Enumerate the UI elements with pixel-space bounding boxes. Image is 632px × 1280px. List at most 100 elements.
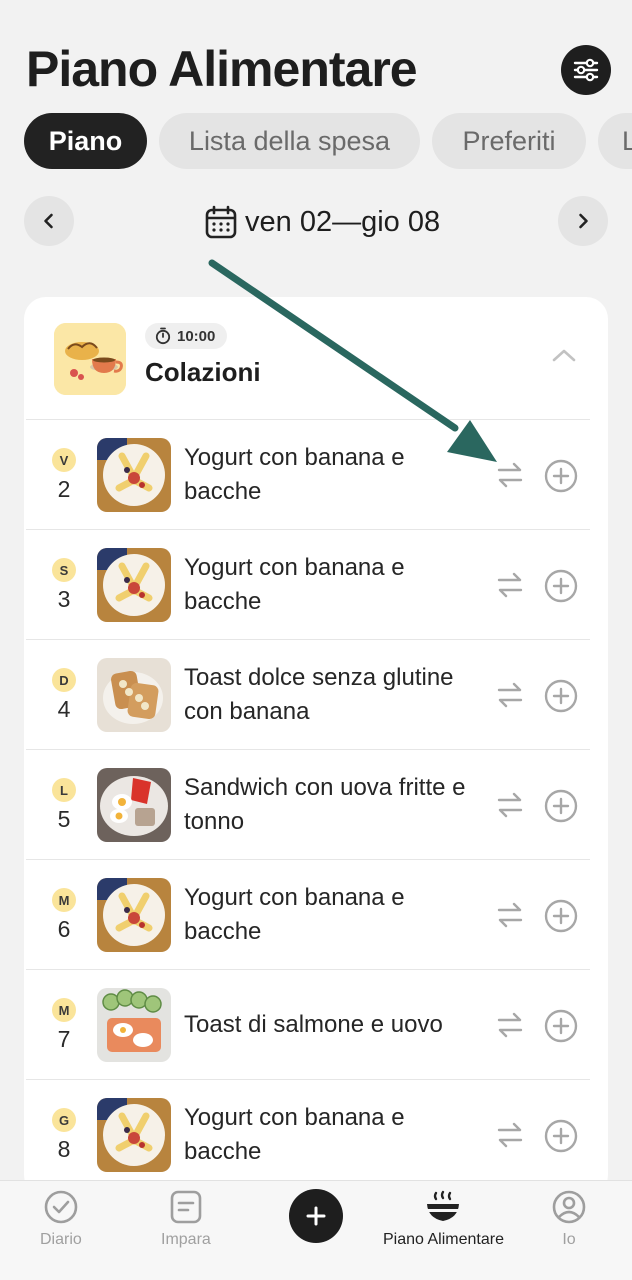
plus-circle-icon — [544, 679, 578, 713]
chevron-right-icon — [579, 213, 588, 229]
recipe-thumbnail[interactable] — [97, 878, 171, 952]
meal-row[interactable]: M 6 Yogurt con banana e bacche — [26, 859, 590, 969]
recipe-name[interactable]: Toast dolce senza glutine con banana — [184, 640, 484, 750]
plus-circle-icon — [544, 459, 578, 493]
calendar-icon — [205, 205, 237, 239]
filter-settings-button[interactable] — [561, 45, 611, 95]
weekday-badge: G — [52, 1108, 76, 1132]
nav-diario[interactable]: Diario — [40, 1189, 82, 1249]
day-number: 4 — [57, 696, 71, 722]
swap-arrows-icon — [497, 902, 523, 928]
sliders-icon — [573, 58, 599, 82]
weekday-badge: M — [52, 998, 76, 1022]
meal-list: V 2 Yogurt con banana e bacche S 3 Yogur… — [24, 419, 608, 1189]
add-button[interactable] — [544, 1009, 578, 1043]
tab-lista-della-spesa[interactable]: Lista della spesa — [159, 113, 420, 169]
plus-icon — [306, 1206, 326, 1226]
collapse-button[interactable] — [551, 347, 577, 368]
swap-button[interactable] — [494, 459, 526, 491]
add-button[interactable] — [544, 569, 578, 603]
swap-button[interactable] — [494, 789, 526, 821]
nav-impara-label: Impara — [161, 1231, 211, 1248]
day-label: G 8 — [42, 1108, 86, 1163]
user-circle-icon — [552, 1190, 586, 1224]
day-label: V 2 — [42, 448, 86, 503]
recipe-thumbnail[interactable] — [97, 988, 171, 1062]
week-navigator: ven 02—gio 08 — [0, 196, 632, 248]
day-number: 7 — [57, 1026, 71, 1052]
meal-row[interactable]: G 8 Yogurt con banana e bacche — [26, 1079, 590, 1189]
plus-circle-icon — [544, 1009, 578, 1043]
tab-partial[interactable]: L — [598, 113, 632, 169]
weekday-badge: V — [52, 448, 76, 472]
swap-button[interactable] — [494, 1119, 526, 1151]
swap-arrows-icon — [497, 682, 523, 708]
swap-arrows-icon — [497, 792, 523, 818]
recipe-thumbnail[interactable] — [97, 438, 171, 512]
date-range[interactable]: ven 02—gio 08 — [205, 202, 440, 242]
nav-io[interactable]: Io — [551, 1189, 587, 1249]
day-number: 5 — [57, 806, 71, 832]
weekday-badge: M — [52, 888, 76, 912]
check-circle-icon — [44, 1190, 78, 1224]
add-button[interactable] — [544, 899, 578, 933]
add-button[interactable] — [544, 459, 578, 493]
swap-button[interactable] — [494, 1009, 526, 1041]
meal-header[interactable]: 10:00 Colazioni — [24, 297, 608, 419]
meal-row[interactable]: V 2 Yogurt con banana e bacche — [26, 419, 590, 529]
tab-bar: Piano Lista della spesa Preferiti L — [24, 113, 632, 169]
swap-arrows-icon — [497, 1122, 523, 1148]
plus-circle-icon — [544, 899, 578, 933]
day-number: 6 — [57, 916, 71, 942]
swap-arrows-icon — [497, 572, 523, 598]
date-range-label: ven 02—gio 08 — [245, 205, 441, 238]
tab-piano[interactable]: Piano — [24, 113, 147, 169]
stopwatch-icon — [155, 327, 171, 345]
day-label: M 6 — [42, 888, 86, 943]
day-number: 2 — [57, 476, 71, 502]
weekday-badge: S — [52, 558, 76, 582]
recipe-thumbnail[interactable] — [97, 658, 171, 732]
swap-button[interactable] — [494, 899, 526, 931]
nav-io-label: Io — [562, 1231, 576, 1248]
page-title: Piano Alimentare — [26, 41, 418, 97]
nav-piano-label: Piano Alimentare — [383, 1231, 504, 1248]
header: Piano Alimentare — [0, 0, 632, 110]
meal-row[interactable]: L 5 Sandwich con uova fritte e tonno — [26, 749, 590, 859]
tab-preferiti[interactable]: Preferiti — [432, 113, 586, 169]
recipe-name[interactable]: Yogurt con banana e bacche — [184, 530, 484, 640]
day-label: L 5 — [42, 778, 86, 833]
meal-name: Colazioni — [145, 357, 261, 387]
recipe-thumbnail[interactable] — [97, 1098, 171, 1172]
add-button[interactable] — [544, 1119, 578, 1153]
next-week-button[interactable] — [558, 196, 608, 246]
add-button[interactable] — [544, 679, 578, 713]
recipe-name[interactable]: Yogurt con banana e bacche — [184, 860, 484, 970]
recipe-thumbnail[interactable] — [97, 768, 171, 842]
previous-week-button[interactable] — [24, 196, 74, 246]
weekday-badge: D — [52, 668, 76, 692]
nav-impara[interactable]: Impara — [161, 1189, 211, 1249]
recipe-thumbnail[interactable] — [97, 548, 171, 622]
weekday-badge: L — [52, 778, 76, 802]
recipe-name[interactable]: Toast di salmone e uovo — [184, 970, 484, 1080]
plus-circle-icon — [544, 1119, 578, 1153]
add-fab-button[interactable] — [289, 1189, 343, 1243]
day-label: D 4 — [42, 668, 86, 723]
swap-arrows-icon — [497, 1012, 523, 1038]
swap-button[interactable] — [494, 679, 526, 711]
nav-piano-alimentare[interactable]: Piano Alimentare — [383, 1189, 504, 1249]
day-label: M 7 — [42, 998, 86, 1053]
recipe-name[interactable]: Yogurt con banana e bacche — [184, 420, 484, 530]
recipe-name[interactable]: Yogurt con banana e bacche — [184, 1080, 484, 1190]
recipe-name[interactable]: Sandwich con uova fritte e tonno — [184, 750, 484, 860]
plus-circle-icon — [544, 569, 578, 603]
meal-row[interactable]: D 4 Toast dolce senza glutine con banana — [26, 639, 590, 749]
swap-button[interactable] — [494, 569, 526, 601]
add-button[interactable] — [544, 789, 578, 823]
meal-row[interactable]: M 7 Toast di salmone e uovo — [26, 969, 590, 1079]
meal-row[interactable]: S 3 Yogurt con banana e bacche — [26, 529, 590, 639]
meal-time-badge: 10:00 — [145, 323, 228, 349]
chevron-up-icon — [552, 349, 576, 362]
breakfast-illustration — [54, 323, 126, 395]
